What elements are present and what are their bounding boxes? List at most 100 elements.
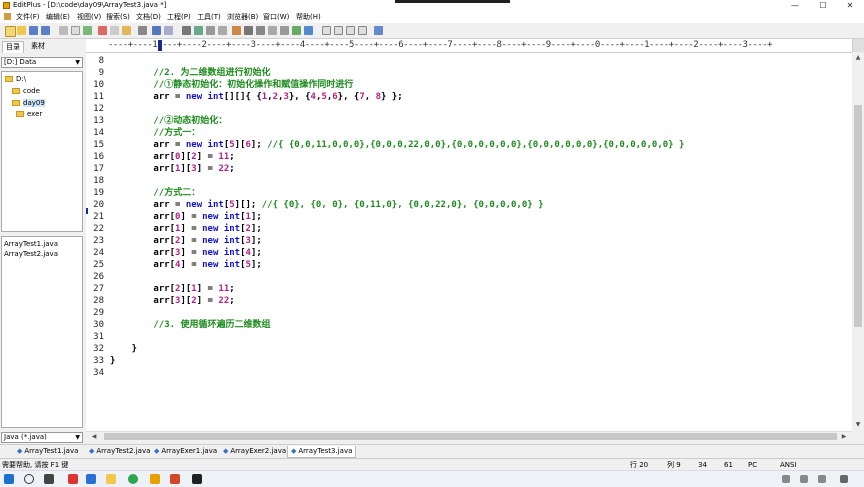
ruler-icon[interactable] — [244, 26, 253, 35]
drive-select[interactable]: [D:] Data ▼ — [1, 57, 83, 68]
minimize-button[interactable]: — — [781, 0, 809, 11]
maximize-button[interactable]: ☐ — [809, 0, 837, 11]
code-line[interactable]: arr = new int[5][]; //{ {0}, {0, 0}, {0,… — [110, 199, 543, 211]
tree-node-day09[interactable]: day09 — [12, 98, 45, 108]
code-editor[interactable]: 8 9 10 11 12 13 14 15 16 17 18 19 20 21 22 23 24 25 26 27 28… — [86, 53, 852, 431]
menu-search[interactable]: 搜索(S) — [106, 12, 130, 22]
tab-directory[interactable]: 目录 — [2, 41, 24, 53]
code-line[interactable]: arr[1] = new int[2]; — [110, 223, 261, 235]
wordwrap-icon[interactable] — [232, 26, 241, 35]
chrome-icon[interactable] — [128, 474, 138, 484]
menu-view[interactable]: 视图(V) — [77, 12, 101, 22]
app-icon-red[interactable] — [68, 474, 78, 484]
find-icon[interactable] — [182, 26, 191, 35]
code-line[interactable]: //2. 为二维数组进行初始化 — [110, 67, 270, 79]
code-line[interactable]: //3. 使用循环遍历二维数组 — [110, 319, 270, 331]
column-select-icon[interactable] — [280, 26, 289, 35]
code-line[interactable]: arr[3][2] = 22; — [110, 295, 234, 307]
code-line[interactable]: arr[3] = new int[4]; — [110, 247, 261, 259]
volume-icon[interactable] — [800, 475, 808, 483]
file-filter-select[interactable]: Java (*.java) ▼ — [1, 432, 83, 443]
print-preview-icon[interactable] — [71, 26, 80, 35]
code-line[interactable]: //①静态初始化：初始化操作和赋值操作同时进行 — [110, 79, 353, 91]
windows-start-icon[interactable] — [4, 474, 14, 484]
code-line[interactable]: arr = new int[][]{ {1,2,3}, {4,5,6}, {7,… — [110, 91, 402, 103]
code-line[interactable]: arr[4] = new int[5]; — [110, 259, 261, 271]
vertical-scroll-thumb[interactable] — [854, 105, 862, 327]
ime-icon[interactable] — [818, 475, 826, 483]
file-explorer-icon[interactable] — [106, 474, 116, 484]
menu-edit[interactable]: 编辑(E) — [46, 12, 70, 22]
preferences-icon[interactable] — [374, 26, 383, 35]
file-list-item[interactable]: ArrayTest1.java — [4, 240, 58, 249]
horizontal-scroll-thumb[interactable] — [104, 433, 837, 440]
tab-cliptext[interactable]: 素材 — [28, 41, 48, 52]
code-line[interactable]: } — [110, 355, 115, 367]
scroll-up-icon[interactable]: ▲ — [852, 54, 864, 61]
doc-tab-arrayexer1[interactable]: ◆ ArrayExer1.java — [151, 446, 220, 457]
notification-icon[interactable] — [840, 475, 848, 483]
open-folder-icon[interactable] — [17, 26, 26, 35]
menu-document[interactable]: 文档(D) — [136, 12, 161, 22]
terminal-icon[interactable] — [192, 474, 202, 484]
find-next-icon[interactable] — [206, 26, 215, 35]
output-window-icon[interactable] — [346, 26, 355, 35]
tree-node-exer[interactable]: exer — [16, 109, 42, 119]
hex-view-icon[interactable] — [292, 26, 301, 35]
code-line[interactable]: //方式二： — [110, 187, 200, 199]
cut-icon[interactable] — [98, 26, 107, 35]
menu-tools[interactable]: 工具(T) — [197, 12, 221, 22]
new-file-icon[interactable] — [5, 26, 16, 37]
copy-icon[interactable] — [110, 26, 119, 35]
network-icon[interactable] — [782, 475, 790, 483]
paste-icon[interactable] — [122, 26, 131, 35]
menu-file[interactable]: 文件(F) — [16, 12, 40, 22]
code-line[interactable]: //方式一： — [110, 127, 200, 139]
doc-tab-arraytest3[interactable]: ◆ ArrayTest3.java — [287, 446, 357, 458]
cliptext-window-icon[interactable] — [334, 26, 343, 35]
undo-icon[interactable] — [152, 26, 161, 35]
file-list[interactable]: ArrayTest1.java ArrayTest2.java — [1, 236, 83, 428]
powerpoint-icon[interactable] — [170, 474, 180, 484]
print-icon[interactable] — [59, 26, 68, 35]
delete-icon[interactable] — [138, 26, 147, 35]
doc-tab-arrayexer2[interactable]: ◆ ArrayExer2.java — [220, 446, 289, 457]
split-window-icon[interactable] — [358, 26, 367, 35]
code-line[interactable]: arr[1][3] = 22; — [110, 163, 234, 175]
scroll-down-icon[interactable]: ▼ — [852, 421, 864, 428]
document-menu-icon[interactable] — [4, 13, 11, 20]
doc-tab-arraytest2[interactable]: ◆ ArrayTest2.java — [86, 446, 153, 457]
redo-icon[interactable] — [164, 26, 173, 35]
menu-project[interactable]: 工程(P) — [167, 12, 191, 22]
whitespace-icon[interactable] — [268, 26, 277, 35]
save-icon[interactable] — [29, 26, 38, 35]
editplus-taskbar-icon[interactable] — [150, 474, 160, 484]
save-all-icon[interactable] — [41, 26, 50, 35]
code-line[interactable]: arr[0][2] = 11; — [110, 151, 234, 163]
scroll-left-icon[interactable]: ◀ — [88, 433, 100, 440]
goto-icon[interactable] — [218, 26, 227, 35]
spellcheck-icon[interactable] — [83, 26, 92, 35]
task-view-icon[interactable] — [44, 474, 54, 484]
code-line[interactable]: //②动态初始化： — [110, 115, 227, 127]
close-button[interactable]: ✕ — [836, 0, 864, 11]
search-icon[interactable] — [24, 474, 34, 484]
code-line[interactable]: arr[2] = new int[3]; — [110, 235, 261, 247]
scroll-right-icon[interactable]: ▶ — [838, 433, 850, 440]
menu-help[interactable]: 帮助(H) — [296, 12, 321, 22]
code-line[interactable]: } — [110, 343, 137, 355]
code-line[interactable]: arr[0] = new int[1]; — [110, 211, 261, 223]
replace-icon[interactable] — [194, 26, 203, 35]
code-line[interactable]: arr[2][1] = 11; — [110, 283, 234, 295]
doc-tab-arraytest1[interactable]: ◆ ArrayTest1.java — [14, 446, 81, 457]
directory-tree[interactable]: D:\ code day09 exer — [1, 71, 83, 232]
browser-icon[interactable] — [304, 26, 313, 35]
line-number-icon[interactable] — [256, 26, 265, 35]
menu-browser[interactable]: 浏览器(B) — [227, 12, 258, 22]
code-line[interactable]: arr = new int[5][6]; //{ {0,0,11,0,0,0},… — [110, 139, 684, 151]
tree-node-code[interactable]: code — [12, 86, 40, 96]
tree-node-root[interactable]: D:\ — [5, 74, 26, 84]
app-icon-blue[interactable] — [86, 474, 96, 484]
directory-window-icon[interactable] — [322, 26, 331, 35]
file-list-item[interactable]: ArrayTest2.java — [4, 250, 58, 259]
